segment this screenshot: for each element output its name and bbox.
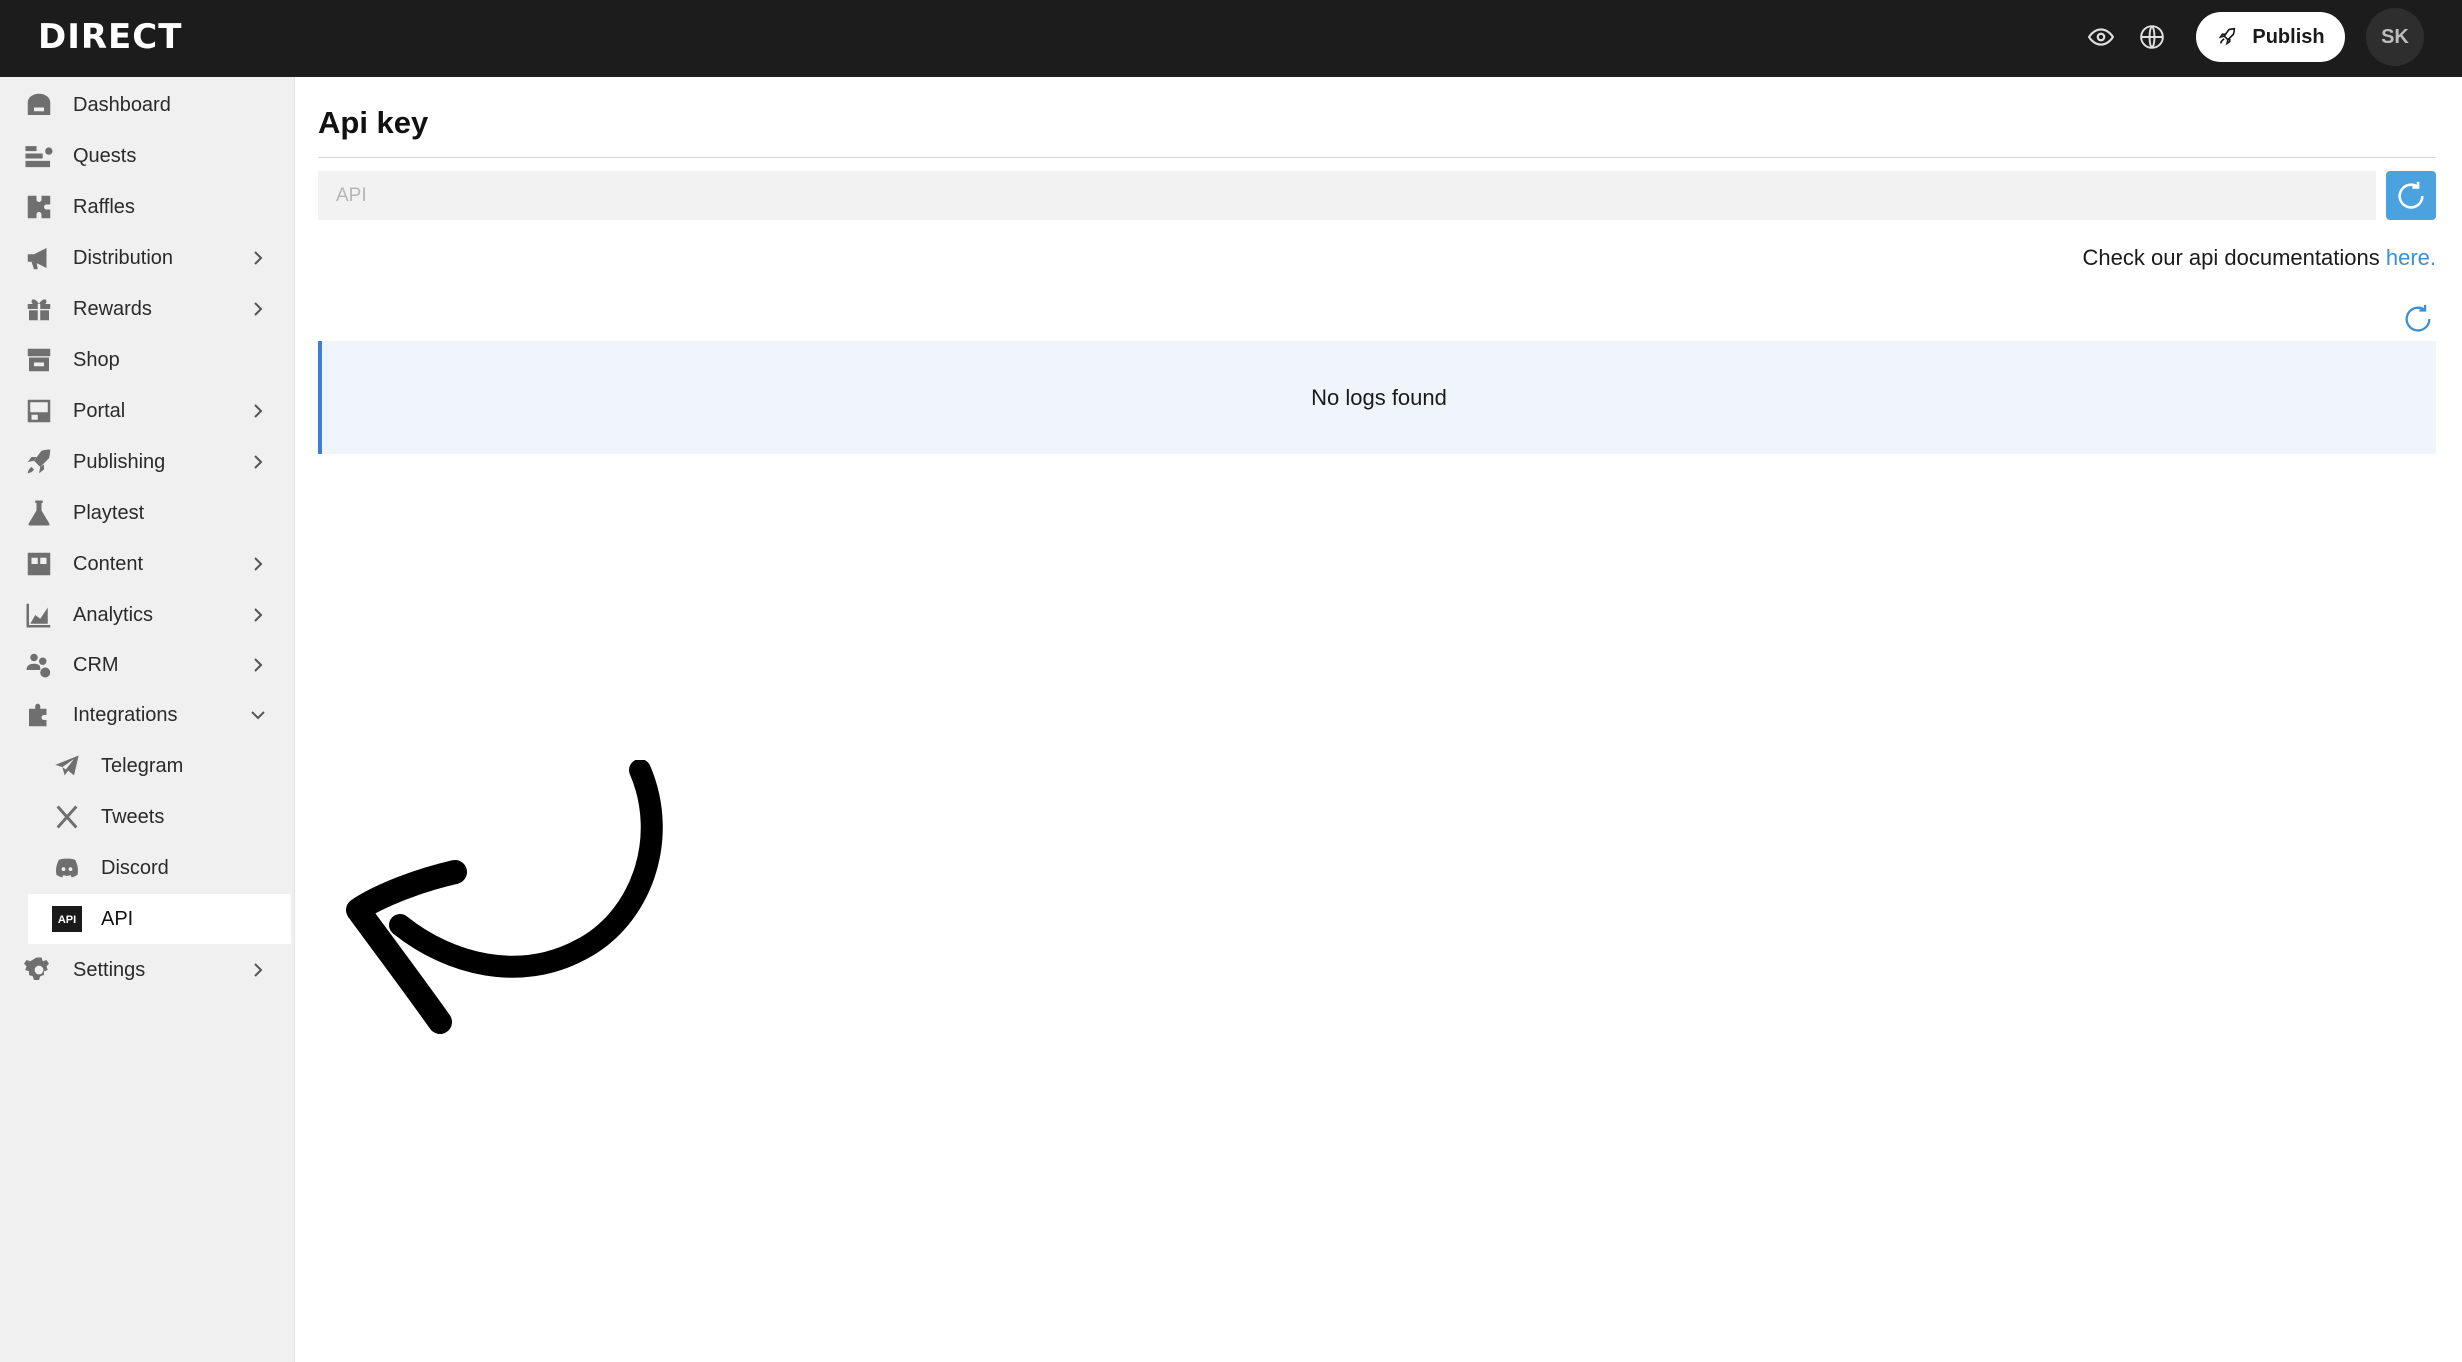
regenerate-key-button[interactable] (2386, 171, 2436, 220)
sidebar-item-publishing[interactable]: Publishing (0, 437, 295, 487)
api-docs-note: Check our api documentations here. (2083, 245, 2436, 271)
users-icon (22, 648, 56, 682)
page-title: Api key (318, 105, 429, 140)
chevron-right-icon (248, 401, 268, 421)
sidebar-item-label: Telegram (101, 754, 184, 777)
sidebar-item-label: Tweets (101, 805, 165, 828)
sidebar-item-label: API (101, 907, 134, 930)
top-bar: DIRECT Publish SK (0, 0, 2462, 77)
sidebar-item-portal[interactable]: Portal (0, 386, 295, 436)
divider (318, 157, 2436, 158)
chevron-right-icon (248, 554, 268, 574)
sidebar-item-telegram[interactable]: Telegram (0, 741, 295, 791)
sidebar-item-label: Content (73, 552, 144, 575)
chevron-down-icon (248, 705, 268, 725)
empty-logs-message: No logs found (1311, 384, 1447, 410)
sidebar-item-label: Raffles (73, 195, 135, 218)
svg-text:API: API (58, 914, 76, 926)
api-docs-text: Check our api documentations (2082, 245, 2386, 270)
sidebar-item-analytics[interactable]: Analytics (0, 590, 295, 640)
puzzle-piece-icon (22, 698, 56, 732)
sidebar-item-label: Integrations (73, 703, 178, 726)
sidebar-item-label: Quests (73, 144, 137, 167)
chevron-right-icon (248, 299, 268, 319)
chevron-right-icon (248, 605, 268, 625)
api-docs-link[interactable]: here. (2386, 245, 2436, 270)
chevron-right-icon (248, 655, 268, 675)
x-icon (50, 800, 84, 834)
gear-icon (22, 953, 56, 987)
portal-icon (22, 394, 56, 428)
store-icon (22, 343, 56, 377)
rocket-icon (22, 445, 56, 479)
sidebar-item-label: Dashboard (73, 93, 171, 116)
sidebar-item-distribution[interactable]: Distribution (0, 233, 295, 283)
api-icon: API (50, 902, 84, 936)
sidebar-item-label: Discord (101, 856, 169, 879)
publish-button[interactable]: Publish (2196, 12, 2345, 62)
chart-icon (22, 598, 56, 632)
sidebar-item-label: CRM (73, 653, 119, 676)
avatar[interactable]: SK (2366, 8, 2424, 66)
sidebar-item-raffles[interactable]: Raffles (0, 182, 295, 232)
quests-icon (22, 139, 56, 173)
sidebar-item-settings[interactable]: Settings (0, 945, 295, 995)
gift-icon (22, 292, 56, 326)
sidebar-item-rewards[interactable]: Rewards (0, 284, 295, 334)
publish-label: Publish (2252, 25, 2325, 48)
sidebar-item-label: Rewards (73, 297, 152, 320)
quote-icon (22, 547, 56, 581)
sidebar-item-label: Settings (73, 958, 146, 981)
logs-empty-state: No logs found (318, 341, 2436, 454)
sidebar-item-label: Playtest (73, 501, 145, 524)
discord-icon (50, 851, 84, 885)
sidebar-item-playtest[interactable]: Playtest (0, 488, 295, 538)
sidebar-item-label: Portal (73, 399, 126, 422)
home-icon (22, 88, 56, 122)
sidebar: Dashboard Quests Raffles Distribution Re… (0, 77, 295, 1362)
sidebar-item-label: Analytics (73, 603, 154, 626)
brand-logo[interactable]: DIRECT (38, 16, 182, 58)
refresh-icon (2398, 181, 2424, 209)
chevron-right-icon (248, 960, 268, 980)
puzzle-icon (22, 190, 56, 224)
chevron-right-icon (248, 248, 268, 268)
refresh-logs-button[interactable] (2400, 301, 2436, 337)
sidebar-item-crm[interactable]: CRM (0, 640, 295, 690)
sidebar-item-label: Publishing (73, 450, 166, 473)
sidebar-item-shop[interactable]: Shop (0, 335, 295, 385)
sidebar-item-label: Shop (73, 348, 120, 371)
annotation-arrow (346, 760, 663, 1034)
api-key-input[interactable] (318, 171, 2376, 220)
telegram-icon (50, 749, 84, 783)
sidebar-item-api[interactable]: API API (28, 894, 291, 944)
flask-icon (22, 496, 56, 530)
logo-text: DIRECT (38, 17, 183, 57)
sidebar-item-tweets[interactable]: Tweets (0, 792, 295, 842)
chevron-right-icon (248, 452, 268, 472)
refresh-icon (2405, 304, 2431, 332)
globe-icon[interactable] (2135, 20, 2169, 54)
sidebar-item-dashboard[interactable]: Dashboard (0, 80, 295, 130)
sidebar-item-integrations[interactable]: Integrations (0, 690, 295, 740)
sidebar-item-discord[interactable]: Discord (0, 843, 295, 893)
megaphone-icon (22, 241, 56, 275)
sidebar-item-content[interactable]: Content (0, 539, 295, 589)
eye-icon[interactable] (2084, 20, 2118, 54)
sidebar-item-quests[interactable]: Quests (0, 131, 295, 181)
rocket-icon (2219, 27, 2236, 46)
sidebar-item-label: Distribution (73, 246, 174, 269)
